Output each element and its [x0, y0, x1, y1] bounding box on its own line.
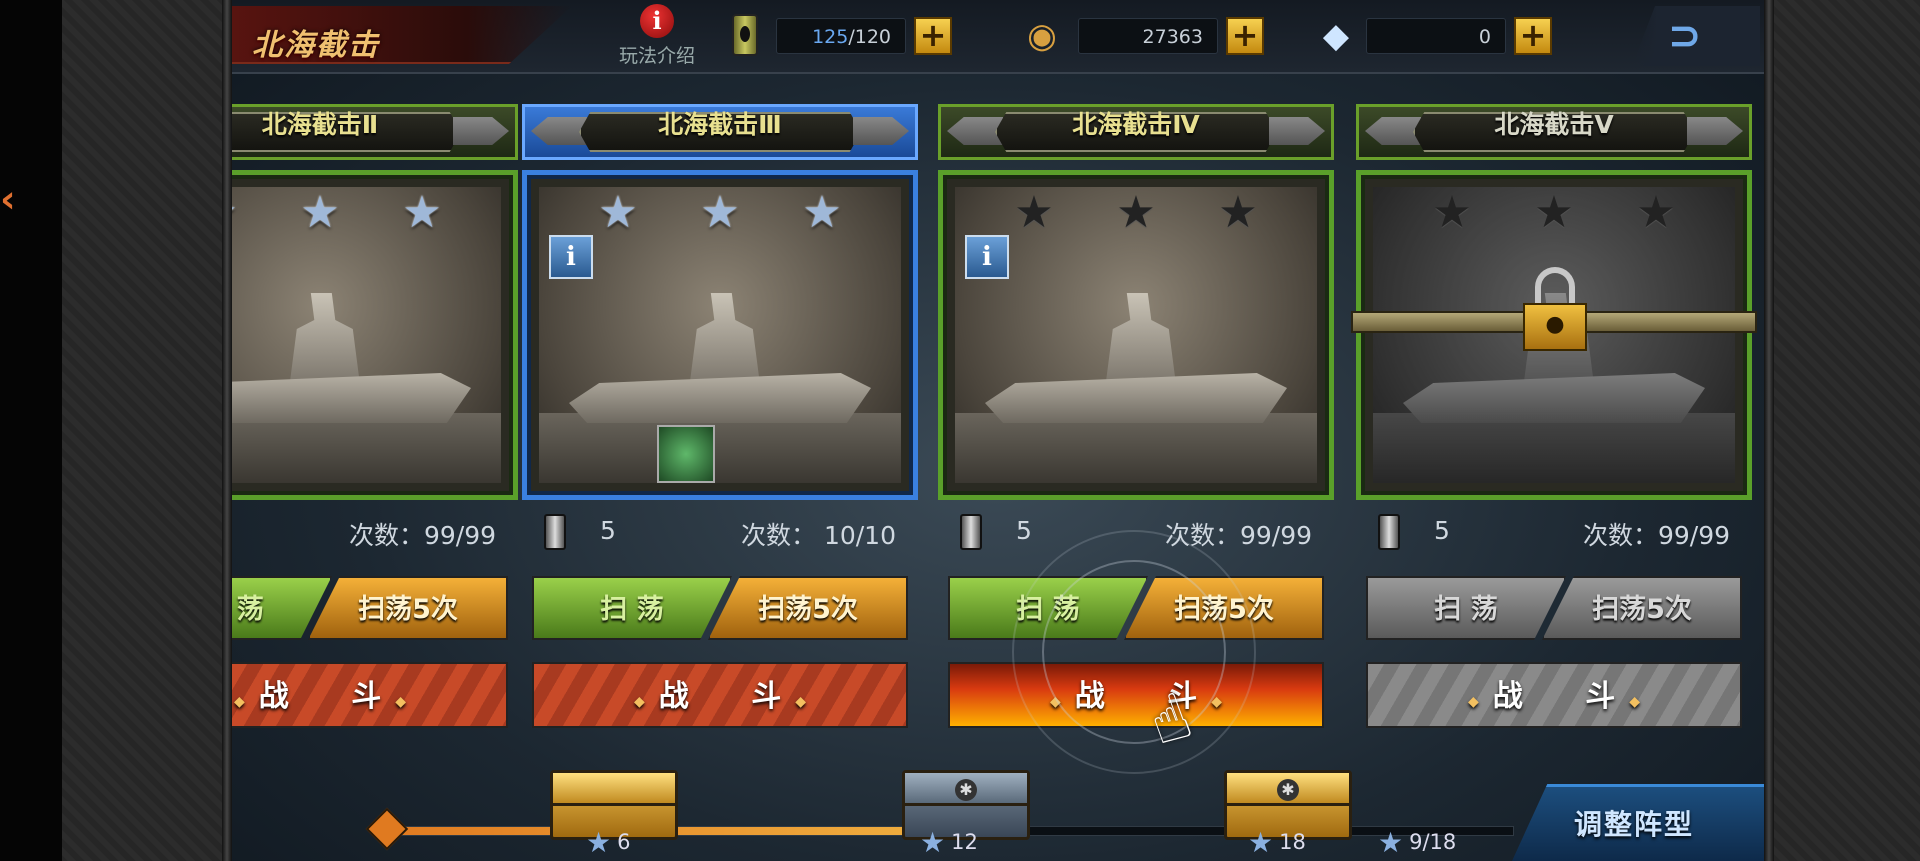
- right-frame: [1764, 0, 1774, 861]
- add-fuel-button[interactable]: +: [914, 17, 952, 55]
- attempts-count: 次数： 10/10: [741, 521, 896, 550]
- stage-photo[interactable]: ★ ★ ★ i: [938, 170, 1334, 500]
- emblem-icon: ✱: [1277, 779, 1299, 801]
- skill-badge-icon[interactable]: [657, 425, 715, 483]
- attempts-count: 次数：99/99: [348, 521, 496, 550]
- star-icon: ★: [598, 187, 638, 238]
- fight-button[interactable]: 战 斗: [232, 662, 508, 728]
- stage-photo[interactable]: ★ ★ ★ i: [522, 170, 918, 500]
- return-arrow-icon: ⊃: [1668, 13, 1702, 59]
- star-empty-icon: ★: [1014, 187, 1054, 238]
- back-button[interactable]: ⊃: [1632, 6, 1760, 66]
- stage-card-3[interactable]: 北海截击Ⅲ ★ ★ ★ i 5 次数： 10/10 扫 荡 扫荡5次 战 斗: [522, 104, 918, 744]
- info-icon: i: [640, 4, 674, 38]
- right-border: [1764, 0, 1920, 861]
- sweep-5-button[interactable]: 扫荡5次: [1542, 576, 1742, 640]
- fight-button[interactable]: 战 斗: [1366, 662, 1742, 728]
- star-icon: ★: [1378, 826, 1404, 859]
- rules-label: 玩法介绍: [618, 45, 695, 67]
- rules-button[interactable]: i 玩法介绍: [607, 4, 707, 70]
- stage-photo[interactable]: ★ ★ ★: [232, 170, 518, 500]
- star-reward-bar: ★ 6 ✱ ★ 12 ✱ ★ 18 ★ 9/18 调整阵型: [232, 770, 1764, 861]
- star-empty-icon: ★: [1218, 187, 1258, 238]
- add-coins-button[interactable]: +: [1226, 17, 1264, 55]
- star-icon: ★: [1248, 826, 1274, 859]
- add-gems-button[interactable]: +: [1514, 17, 1552, 55]
- left-border: ‹: [0, 0, 232, 861]
- star-icon: ★: [920, 826, 946, 859]
- emblem-icon: ✱: [955, 779, 977, 801]
- gem-value: 0: [1366, 18, 1506, 54]
- fight-button[interactable]: 战 斗: [532, 662, 908, 728]
- adjust-formation-button[interactable]: 调整阵型: [1512, 784, 1764, 861]
- coin-icon: ◉: [1027, 16, 1057, 56]
- stage-card-5[interactable]: 北海截击Ⅴ ★ ★ ★ ● 5 次数：99/99 扫 荡 扫荡5次 ◆ 战 斗 …: [1351, 104, 1757, 744]
- stage-card-2[interactable]: 北海截击Ⅱ ★ ★ ★ 次数：99/99 扫 荡 扫荡5次 战 斗: [232, 104, 518, 744]
- sweep-button[interactable]: 扫 荡: [532, 576, 732, 640]
- stage-stat: 次数：99/99: [232, 510, 518, 554]
- stage-stars: ★ ★ ★: [943, 187, 1329, 238]
- ship-info-icon[interactable]: i: [549, 235, 593, 279]
- stage-stat: 5 次数：99/99: [1356, 510, 1752, 554]
- ship-info-icon[interactable]: i: [965, 235, 1009, 279]
- title-plate: 北海截击: [232, 6, 572, 64]
- stage-stat: 5 次数： 10/10: [522, 510, 918, 554]
- milestone-6: ★ 6: [586, 826, 631, 859]
- fuel-cost: 5: [1016, 516, 1032, 545]
- coin-resource: ◉ 27363 +: [1022, 16, 1302, 56]
- star-icon: ★: [586, 826, 612, 859]
- game-screen: 北海截击 i 玩法介绍 125/120 + ◉ 27363 + ◆ 0 + ⊃: [232, 0, 1764, 861]
- attempts-count: 次数：99/99: [1582, 521, 1730, 550]
- fuel-icon: [732, 14, 758, 56]
- fuel-icon: [1378, 514, 1400, 550]
- star-empty-icon: ★: [1636, 187, 1676, 238]
- sweep-5-button[interactable]: 扫荡5次: [308, 576, 508, 640]
- gem-resource: ◆ 0 +: [1316, 16, 1596, 56]
- fuel-icon: [544, 514, 566, 550]
- fuel-value: 125/120: [776, 18, 906, 54]
- star-icon: ★: [402, 187, 442, 238]
- stage-photo[interactable]: ★ ★ ★ ●: [1351, 170, 1757, 500]
- side-chevron-icon[interactable]: ‹: [0, 180, 16, 218]
- diamond-icon: ◆: [1322, 16, 1350, 56]
- left-frame: [222, 0, 232, 861]
- fuel-icon: [960, 514, 982, 550]
- coin-value: 27363: [1078, 18, 1218, 54]
- fuel-resource: 125/120 +: [726, 14, 1006, 56]
- star-icon: ★: [232, 191, 238, 235]
- progress-start-icon: [365, 807, 409, 851]
- stage-name-plate: 北海截击Ⅲ: [522, 104, 918, 160]
- stage-stars: ★ ★ ★: [232, 187, 513, 238]
- fuel-cost: 5: [1434, 516, 1450, 545]
- milestone-18: ★ 18: [1248, 826, 1306, 859]
- star-total: ★ 9/18: [1378, 826, 1457, 859]
- star-empty-icon: ★: [1116, 187, 1156, 238]
- star-icon: ★: [300, 187, 340, 238]
- stage-stars: ★ ★ ★: [1361, 187, 1747, 238]
- milestone-12: ★ 12: [920, 826, 978, 859]
- sweep-button[interactable]: 扫 荡: [1366, 576, 1566, 640]
- top-bar: 北海截击 i 玩法介绍 125/120 + ◉ 27363 + ◆ 0 + ⊃: [232, 0, 1764, 74]
- fuel-cost: 5: [600, 516, 616, 545]
- star-empty-icon: ★: [1534, 187, 1574, 238]
- sweep-5-button[interactable]: 扫荡5次: [708, 576, 908, 640]
- stage-name-plate: 北海截击Ⅳ: [938, 104, 1334, 160]
- left-black-bar: [0, 0, 62, 861]
- star-icon: ★: [700, 187, 740, 238]
- stage-stars: ★ ★ ★: [527, 187, 913, 238]
- lock-icon: ●: [1523, 267, 1587, 357]
- adjust-formation-label: 调整阵型: [1574, 808, 1695, 841]
- page-title: 北海截击: [252, 28, 380, 63]
- stage-name-plate: 北海截击Ⅴ: [1356, 104, 1752, 160]
- star-empty-icon: ★: [1432, 187, 1472, 238]
- star-icon: ★: [802, 187, 842, 238]
- stage-name-plate: 北海截击Ⅱ: [232, 104, 518, 160]
